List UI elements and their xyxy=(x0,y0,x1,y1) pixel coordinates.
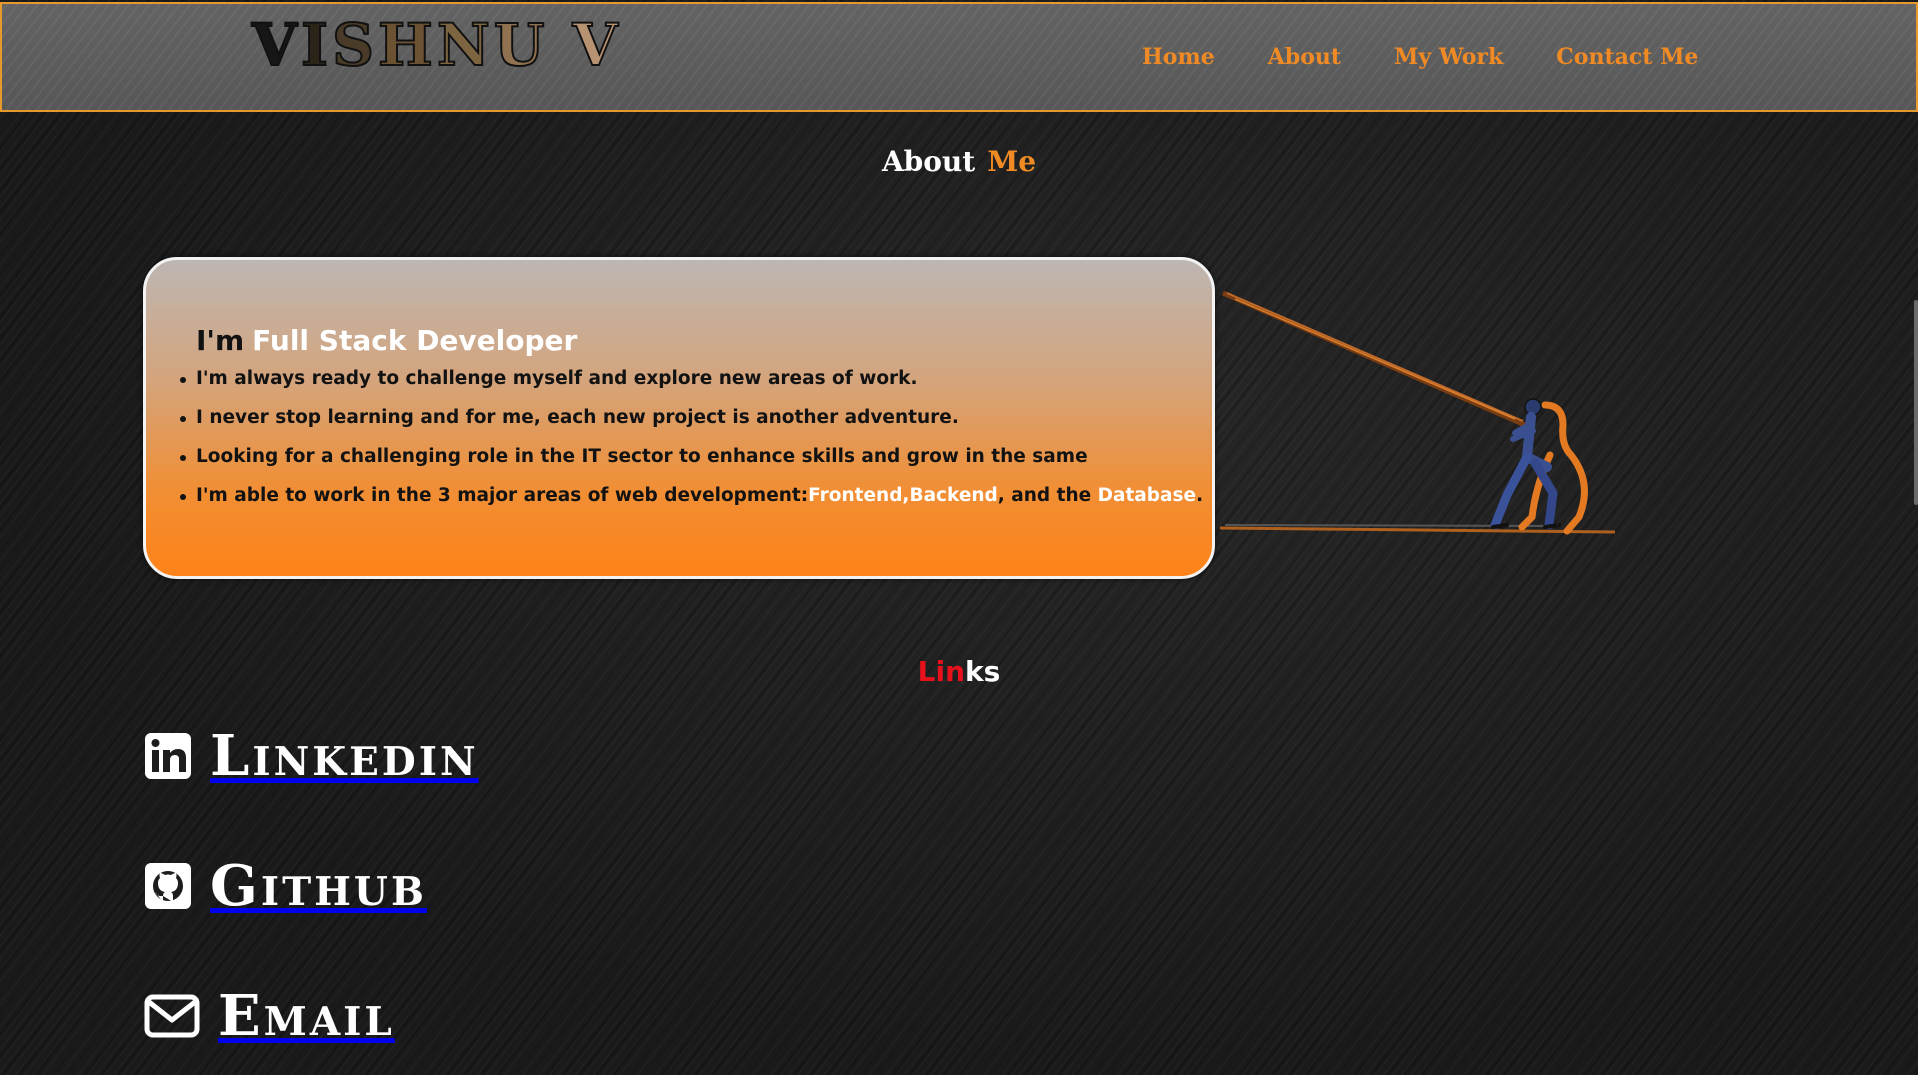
about-title-word: About xyxy=(881,145,976,178)
nav-home-link[interactable]: Home xyxy=(1142,44,1215,70)
email-label: Email xyxy=(218,983,395,1049)
site-header: VISHNU V Home About My Work Contact Me xyxy=(0,2,1918,112)
about-bullet-list: I'm always ready to challenge myself and… xyxy=(179,368,1204,524)
main-nav: Home About My Work Contact Me xyxy=(1142,44,1751,70)
developer-illustration xyxy=(1219,290,1615,535)
about-bullet: I'm always ready to challenge myself and… xyxy=(179,368,1203,407)
logo-letter: I xyxy=(300,11,333,79)
about-bullet: I never stop learning and for me, each n… xyxy=(179,407,1203,446)
github-link[interactable]: Github xyxy=(143,858,427,914)
bullet-text: . xyxy=(1196,485,1204,506)
linkedin-link[interactable]: Linkedin xyxy=(143,728,479,784)
backend-highlight: Backend xyxy=(909,485,998,506)
linkedin-label: Linkedin xyxy=(210,723,479,789)
about-heading: I'm Full Stack Developer xyxy=(196,324,577,357)
linkedin-icon xyxy=(143,731,193,781)
nav-my-work-link[interactable]: My Work xyxy=(1394,44,1503,70)
bullet-text: , and the xyxy=(997,485,1098,506)
logo-letter: U xyxy=(493,11,549,79)
logo[interactable]: VISHNU V xyxy=(251,11,622,79)
frontend-highlight: Frontend, xyxy=(808,485,910,506)
about-bullet: Looking for a challenging role in the IT… xyxy=(179,446,1203,485)
nav-contact-link[interactable]: Contact Me xyxy=(1556,44,1698,70)
about-section-title: About Me xyxy=(0,145,1918,178)
bullet-text: I'm able to work in the 3 major areas of… xyxy=(196,485,809,506)
logo-letter: V xyxy=(251,11,302,79)
nav-about-link[interactable]: About xyxy=(1268,44,1341,70)
logo-letter: H xyxy=(377,11,437,79)
about-card: I'm Full Stack Developer I'm always ready… xyxy=(143,257,1215,579)
email-link[interactable]: Email xyxy=(143,988,395,1044)
about-heading-role: Full Stack Developer xyxy=(252,324,578,357)
logo-letter xyxy=(548,16,572,74)
links-section-title: Links xyxy=(0,655,1918,688)
about-bullet: I'm able to work in the 3 major areas of… xyxy=(179,485,1204,524)
envelope-icon xyxy=(143,991,201,1041)
page-scrollbar[interactable] xyxy=(1914,300,1918,505)
github-label: Github xyxy=(210,853,427,919)
logo-letter: V xyxy=(572,11,622,79)
github-icon xyxy=(143,861,193,911)
database-highlight: Database xyxy=(1097,485,1197,506)
logo-letter: N xyxy=(436,11,494,79)
links-title-red: Lin xyxy=(917,655,966,688)
about-heading-prefix: I'm xyxy=(196,324,245,357)
logo-letter: S xyxy=(331,11,379,79)
links-title-white: ks xyxy=(965,655,1001,688)
about-title-me: Me xyxy=(987,145,1037,178)
